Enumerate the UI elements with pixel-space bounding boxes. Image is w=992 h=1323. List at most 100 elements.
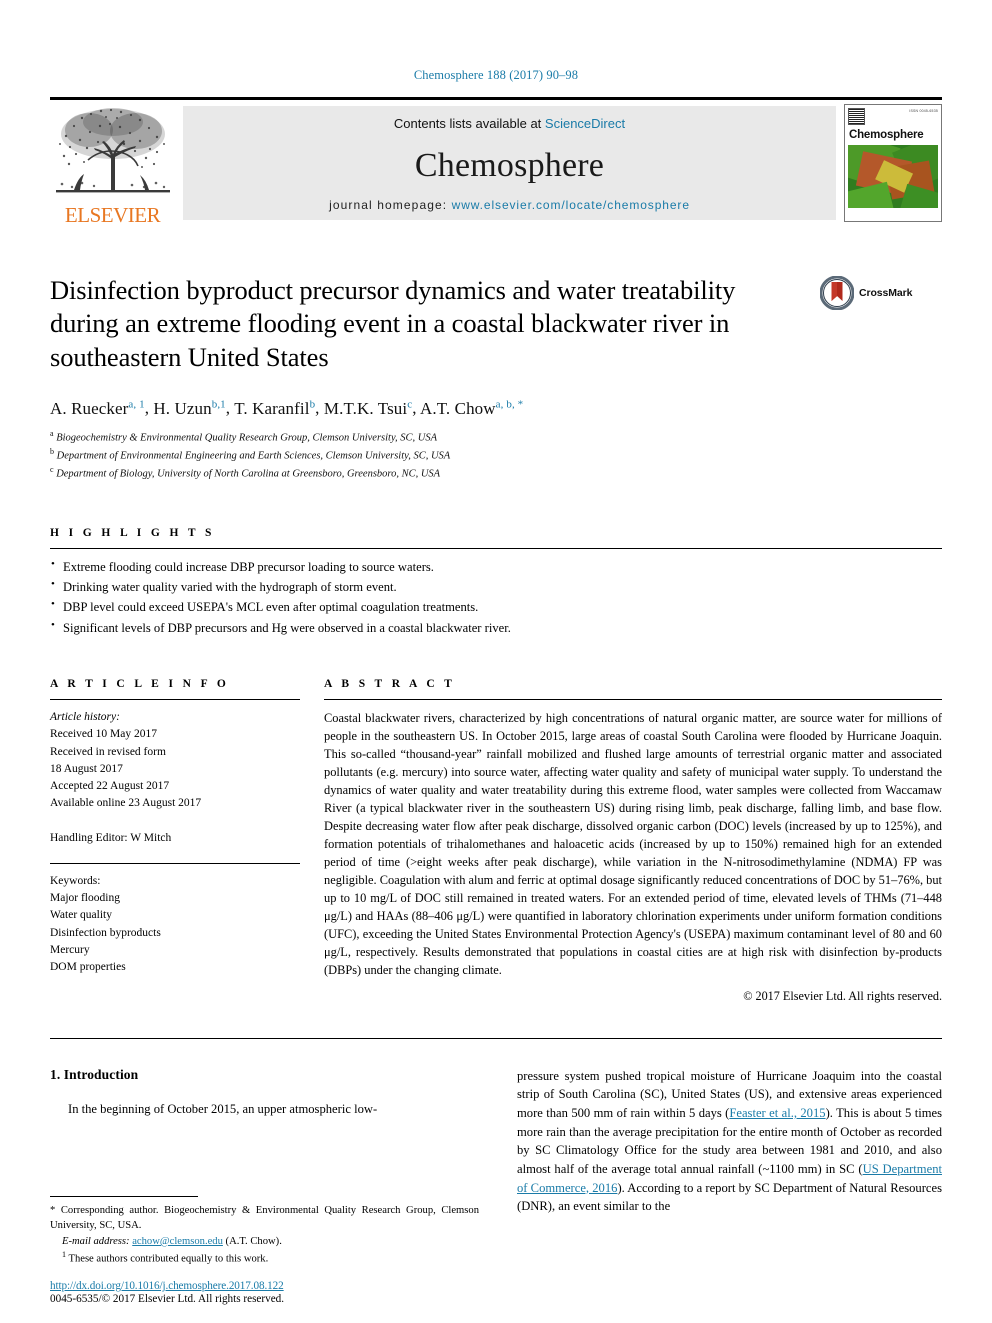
affiliation-list: a Biogeochemistry & Environmental Qualit… [50, 428, 942, 483]
history-revised-date: 18 August 2017 [50, 762, 123, 775]
keywords-label: Keywords: [50, 874, 101, 887]
introduction-paragraph-left: In the beginning of October 2015, an upp… [68, 1101, 378, 1116]
history-available-online: Available online 23 August 2017 [50, 797, 202, 810]
keyword-item: Major flooding [50, 892, 120, 905]
author-3-name: T. Karanfil [234, 398, 310, 418]
journal-cover-thumbnail: ISSN 0045-6535 Chemosphere [844, 104, 942, 222]
author-2-marks[interactable]: b,1 [212, 398, 226, 410]
homepage-url-link[interactable]: www.elsevier.com/locate/chemosphere [452, 198, 690, 212]
elsevier-tree-icon [55, 108, 170, 193]
author-4: M.T.K. Tsuic [323, 398, 412, 418]
elsevier-wordmark: ELSEVIER [64, 203, 161, 227]
crossmark-icon [820, 276, 854, 310]
article-info-section: A R T I C L E I N F O Article history: R… [50, 678, 300, 1004]
affiliation-a-mark: a [50, 428, 54, 438]
introduction-paragraph-right: pressure system pushed tropical moisture… [517, 1067, 942, 1216]
crossmark-badge[interactable]: CrossMark [820, 274, 932, 310]
highlight-item: DBP level could exceed USEPA's MCL even … [50, 596, 942, 617]
doi-link[interactable]: http://dx.doi.org/10.1016/j.chemosphere.… [50, 1280, 479, 1292]
affiliation-c: c Department of Biology, University of N… [50, 464, 942, 482]
affiliation-b-mark: b [50, 447, 54, 457]
footnote-equal-contribution: 1 These authors contributed equally to t… [50, 1249, 479, 1267]
body-column-right: pressure system pushed tropical moisture… [517, 1067, 942, 1216]
keyword-item: Mercury [50, 943, 90, 956]
footnote-equal-text: These authors contributed equally to thi… [68, 1253, 269, 1265]
author-5-name: A.T. Chow [419, 398, 496, 418]
article-info-body: Article history: Received 10 May 2017 Re… [50, 700, 300, 847]
running-head: Chemosphere 188 (2017) 90–98 [413, 68, 579, 82]
article-history-label: Article history: [50, 711, 120, 724]
footnotes-block: * Corresponding author. Biogeochemistry … [50, 1196, 479, 1267]
keyword-item: DOM properties [50, 961, 126, 974]
page-title: Disinfection byproduct precursor dynamic… [50, 275, 736, 372]
footnote-email-link[interactable]: achow@clemson.edu [132, 1236, 223, 1247]
footnote-corresponding-author: * Corresponding author. Biogeochemistry … [50, 1205, 479, 1232]
abstract-copyright: © 2017 Elsevier Ltd. All rights reserved… [743, 988, 942, 1003]
author-1-marks[interactable]: a, 1 [128, 398, 144, 410]
body-separator-rule [50, 1037, 942, 1039]
author-2: H. Uzunb,1 [153, 398, 226, 418]
highlights-section: H I G H L I G H T S Extreme flooding cou… [50, 527, 942, 639]
footnote-rule [50, 1196, 198, 1198]
affiliation-c-text: Department of Biology, University of Nor… [56, 468, 441, 480]
sciencedirect-link[interactable]: ScienceDirect [545, 116, 625, 131]
author-4-name: M.T.K. Tsui [323, 398, 408, 418]
journal-title: Chemosphere [414, 146, 605, 184]
highlight-item: Significant levels of DBP precursors and… [50, 617, 942, 638]
keyword-item: Water quality [50, 909, 112, 922]
cover-top-row: ISSN 0045-6535 [848, 108, 938, 128]
info-abstract-row: A R T I C L E I N F O Article history: R… [50, 678, 942, 1004]
introduction-heading: 1. Introduction [50, 1066, 139, 1082]
footnote-email-suffix: (A.T. Chow). [225, 1235, 282, 1247]
crossmark-label: CrossMark [859, 287, 913, 299]
author-5-marks[interactable]: a, b, * [496, 398, 524, 410]
author-3-marks[interactable]: b [310, 398, 316, 410]
abstract-heading: A B S T R A C T [324, 678, 456, 691]
highlights-list: Extreme flooding could increase DBP prec… [50, 549, 942, 639]
keywords-block: Keywords: Major flooding Water quality D… [50, 864, 300, 977]
affiliation-a-text: Biogeochemistry & Environmental Quality … [56, 432, 438, 444]
article-info-heading: A R T I C L E I N F O [50, 678, 230, 691]
body-columns: 1. Introduction In the beginning of Octo… [50, 1067, 942, 1216]
citation-feaster[interactable]: Feaster et al., 2015 [729, 1106, 825, 1120]
author-4-marks[interactable]: c [407, 398, 412, 410]
barcode-icon [848, 108, 865, 125]
history-revised: Received in revised form [50, 745, 166, 758]
cover-artwork [848, 145, 938, 208]
masthead-center-panel: Contents lists available at ScienceDirec… [183, 106, 836, 220]
body-column-left: 1. Introduction In the beginning of Octo… [50, 1067, 475, 1216]
issn-copyright-line: 0045-6535/© 2017 Elsevier Ltd. All right… [50, 1293, 285, 1305]
article-history-block: Article history: Received 10 May 2017 Re… [50, 709, 300, 813]
contents-prefix: Contents lists available at [393, 116, 545, 131]
cover-journal-title: Chemosphere [849, 129, 924, 141]
cover-footer-band [848, 208, 938, 218]
handling-editor: Handling Editor: W Mitch [50, 831, 172, 844]
author-list: A. Rueckera, 1, H. Uzunb,1, T. Karanfilb… [50, 398, 524, 418]
history-received: Received 10 May 2017 [50, 728, 157, 741]
homepage-prefix: journal homepage: [329, 198, 452, 212]
title-block: Disinfection byproduct precursor dynamic… [50, 274, 942, 374]
author-1-name: A. Ruecker [50, 398, 129, 418]
author-1: A. Rueckera, 1 [50, 398, 145, 418]
history-accepted: Accepted 22 August 2017 [50, 780, 170, 793]
abstract-text: Coastal blackwater rivers, characterized… [324, 711, 943, 977]
contents-available-line: Contents lists available at ScienceDirec… [394, 116, 625, 131]
author-2-name: H. Uzun [153, 398, 212, 418]
footnote-email-label: E-mail address: [62, 1235, 130, 1247]
affiliation-c-mark: c [50, 465, 54, 475]
affiliation-b: b Department of Environmental Engineerin… [50, 446, 942, 464]
handling-editor-block: Handling Editor: W Mitch [50, 830, 300, 847]
highlight-item: Extreme flooding could increase DBP prec… [50, 556, 942, 577]
affiliation-b-text: Department of Environmental Engineering … [56, 450, 451, 462]
affiliation-a: a Biogeochemistry & Environmental Qualit… [50, 428, 942, 446]
cover-issn-text: ISSN 0045-6535 [909, 109, 938, 113]
doi-block: http://dx.doi.org/10.1016/j.chemosphere.… [50, 1280, 479, 1305]
author-3: T. Karanfilb [234, 398, 316, 418]
paper-page: Chemosphere 188 (2017) 90–98 ELSEVIER Co… [0, 0, 992, 1323]
author-5: A.T. Chowa, b, * [419, 398, 524, 418]
abstract-section: A B S T R A C T Coastal blackwater river… [324, 678, 942, 1004]
journal-masthead: ELSEVIER Contents lists available at Sci… [50, 97, 942, 226]
journal-homepage-line: journal homepage: www.elsevier.com/locat… [329, 198, 690, 212]
footnote-equal-mark: 1 [62, 1250, 66, 1260]
keyword-item: Disinfection byproducts [50, 926, 161, 939]
